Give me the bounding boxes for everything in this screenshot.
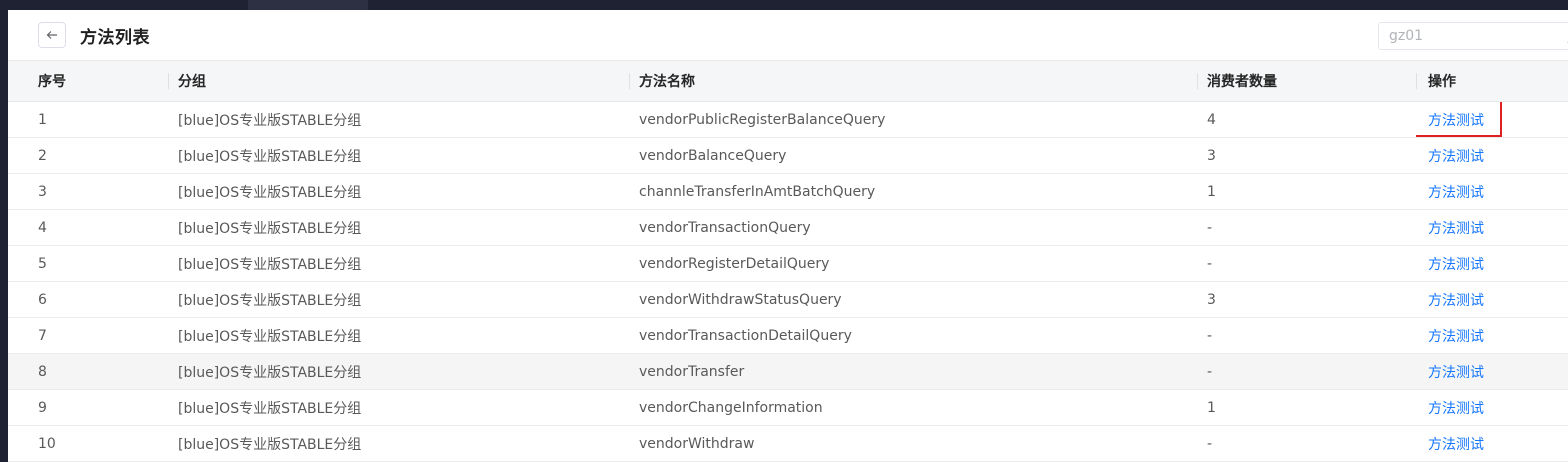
method-test-link[interactable]: 方法测试 <box>1428 218 1484 238</box>
page-header: 方法列表 gz01 <box>8 10 1568 60</box>
row-consumer-count: - <box>1197 425 1416 462</box>
row-consumer-count: 3 <box>1197 281 1416 318</box>
row-actions: 方法测试 <box>1416 281 1568 318</box>
row-method-name: vendorPublicRegisterBalanceQuery <box>629 101 1197 138</box>
top-navigation-bar <box>0 0 1568 10</box>
row-index: 2 <box>8 137 168 174</box>
row-group: [blue]OS专业版STABLE分组 <box>168 173 629 210</box>
row-method-name: vendorWithdraw <box>629 425 1197 462</box>
row-consumer-count: - <box>1197 209 1416 246</box>
column-header-group: 分组 <box>168 60 629 102</box>
row-actions: 方法测试 <box>1416 137 1568 174</box>
table-row: 5 [blue]OS专业版STABLE分组 vendorRegisterDeta… <box>8 245 1568 282</box>
row-group: [blue]OS专业版STABLE分组 <box>168 353 629 390</box>
row-index: 10 <box>8 425 168 462</box>
row-index: 3 <box>8 173 168 210</box>
method-test-link[interactable]: 方法测试 <box>1416 101 1502 137</box>
column-header-index: 序号 <box>8 60 168 102</box>
table-row: 2 [blue]OS专业版STABLE分组 vendorBalanceQuery… <box>8 137 1568 174</box>
table-header-row: 序号 分组 方法名称 消费者数量 操作 <box>8 60 1568 102</box>
row-consumer-count: 1 <box>1197 173 1416 210</box>
row-group: [blue]OS专业版STABLE分组 <box>168 209 629 246</box>
row-method-name: vendorTransfer <box>629 353 1197 390</box>
row-actions: 方法测试 <box>1416 173 1568 210</box>
row-index: 1 <box>8 101 168 138</box>
table-row: 6 [blue]OS专业版STABLE分组 vendorWithdrawStat… <box>8 281 1568 318</box>
row-actions: 方法测试 <box>1416 389 1568 426</box>
row-group: [blue]OS专业版STABLE分组 <box>168 101 629 138</box>
method-test-link[interactable]: 方法测试 <box>1428 398 1484 418</box>
row-actions: 方法测试 <box>1416 101 1568 138</box>
row-actions: 方法测试 <box>1416 425 1568 462</box>
row-index: 5 <box>8 245 168 282</box>
row-actions: 方法测试 <box>1416 317 1568 354</box>
top-nav-tab[interactable] <box>248 0 368 10</box>
table-row: 4 [blue]OS专业版STABLE分组 vendorTransactionQ… <box>8 209 1568 246</box>
row-actions: 方法测试 <box>1416 209 1568 246</box>
method-test-link[interactable]: 方法测试 <box>1428 326 1484 346</box>
column-header-consumer-count: 消费者数量 <box>1197 60 1416 102</box>
row-method-name: vendorBalanceQuery <box>629 137 1197 174</box>
app-frame: 方法列表 gz01 序号 分组 方法名称 消费者数量 操作 1 [blue]OS… <box>0 0 1568 462</box>
row-method-name: vendorWithdrawStatusQuery <box>629 281 1197 318</box>
table-row: 7 [blue]OS专业版STABLE分组 vendorTransactionD… <box>8 317 1568 354</box>
row-consumer-count: - <box>1197 245 1416 282</box>
row-index: 7 <box>8 317 168 354</box>
left-edge <box>0 10 8 462</box>
row-group: [blue]OS专业版STABLE分组 <box>168 425 629 462</box>
environment-select-value: gz01 <box>1389 28 1424 44</box>
row-group: [blue]OS专业版STABLE分组 <box>168 137 629 174</box>
row-method-name: vendorRegisterDetailQuery <box>629 245 1197 282</box>
row-method-name: vendorTransactionDetailQuery <box>629 317 1197 354</box>
column-header-method-name: 方法名称 <box>629 60 1197 102</box>
column-header-actions: 操作 <box>1416 60 1568 102</box>
row-method-name: channleTransferInAmtBatchQuery <box>629 173 1197 210</box>
row-index: 4 <box>8 209 168 246</box>
table-row: 1 [blue]OS专业版STABLE分组 vendorPublicRegist… <box>8 101 1568 138</box>
arrow-left-icon <box>46 30 58 40</box>
method-test-link[interactable]: 方法测试 <box>1428 182 1484 202</box>
table-row: 8 [blue]OS专业版STABLE分组 vendorTransfer - 方… <box>8 353 1568 390</box>
row-index: 9 <box>8 389 168 426</box>
back-button[interactable] <box>38 22 66 48</box>
method-test-link[interactable]: 方法测试 <box>1428 254 1484 274</box>
table-row: 9 [blue]OS专业版STABLE分组 vendorChangeInform… <box>8 389 1568 426</box>
row-consumer-count: - <box>1197 317 1416 354</box>
row-group: [blue]OS专业版STABLE分组 <box>168 245 629 282</box>
method-list-panel: 方法列表 gz01 序号 分组 方法名称 消费者数量 操作 1 [blue]OS… <box>8 10 1568 462</box>
method-test-link[interactable]: 方法测试 <box>1428 362 1484 382</box>
row-consumer-count: 4 <box>1197 101 1416 138</box>
table-row: 3 [blue]OS专业版STABLE分组 channleTransferInA… <box>8 173 1568 210</box>
method-test-link[interactable]: 方法测试 <box>1428 146 1484 166</box>
method-test-link[interactable]: 方法测试 <box>1428 434 1484 454</box>
row-actions: 方法测试 <box>1416 245 1568 282</box>
row-group: [blue]OS专业版STABLE分组 <box>168 281 629 318</box>
method-test-link[interactable]: 方法测试 <box>1428 290 1484 310</box>
row-index: 6 <box>8 281 168 318</box>
table-row: 10 [blue]OS专业版STABLE分组 vendorWithdraw - … <box>8 425 1568 462</box>
row-method-name: vendorChangeInformation <box>629 389 1197 426</box>
row-group: [blue]OS专业版STABLE分组 <box>168 389 629 426</box>
row-consumer-count: 3 <box>1197 137 1416 174</box>
row-index: 8 <box>8 353 168 390</box>
row-group: [blue]OS专业版STABLE分组 <box>168 317 629 354</box>
methods-table: 序号 分组 方法名称 消费者数量 操作 1 [blue]OS专业版STABLE分… <box>8 60 1568 462</box>
row-consumer-count: - <box>1197 353 1416 390</box>
environment-select[interactable]: gz01 <box>1378 22 1568 50</box>
row-actions: 方法测试 <box>1416 353 1568 390</box>
row-method-name: vendorTransactionQuery <box>629 209 1197 246</box>
page-title: 方法列表 <box>80 28 150 48</box>
row-consumer-count: 1 <box>1197 389 1416 426</box>
